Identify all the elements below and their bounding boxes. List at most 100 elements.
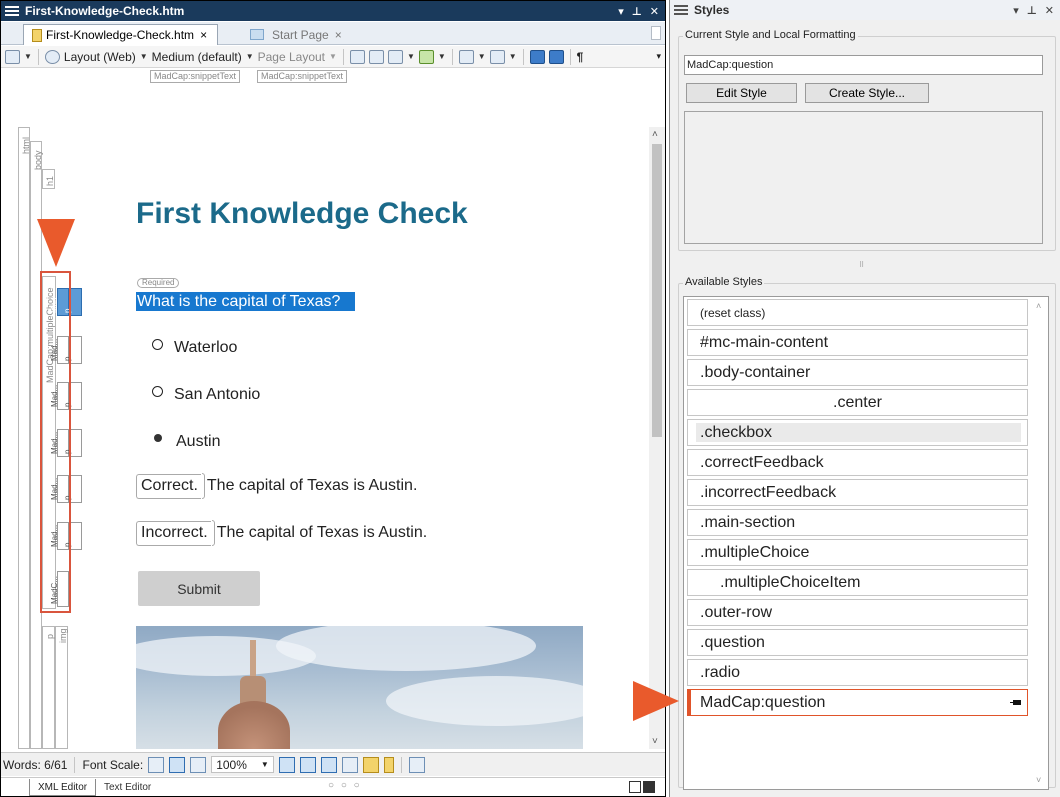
structure-box-p[interactable]: p bbox=[63, 336, 82, 364]
correct-feedback[interactable]: Correct. The capital of Texas is Austin. bbox=[136, 473, 417, 499]
dropdown-arrow-icon[interactable]: ▾ bbox=[1013, 4, 1019, 17]
structure-bar-p[interactable]: p bbox=[42, 626, 55, 749]
pilcrow-icon[interactable]: ¶ bbox=[577, 50, 584, 64]
pin-icon[interactable] bbox=[1010, 700, 1021, 705]
question-text[interactable]: What is the capital of Texas? bbox=[136, 292, 355, 311]
page-layout-select[interactable]: Page Layout bbox=[258, 50, 325, 64]
toolbar-overflow-icon[interactable]: ▾ bbox=[656, 51, 661, 62]
style-item[interactable]: .multipleChoice bbox=[687, 539, 1028, 566]
chevron-down-icon[interactable]: ▼ bbox=[509, 52, 517, 61]
choice-item[interactable]: Austin bbox=[152, 433, 220, 451]
chevron-down-icon[interactable]: ▼ bbox=[246, 52, 254, 61]
tab-start-page[interactable]: Start Page × bbox=[246, 24, 352, 45]
incorrect-feedback[interactable]: Incorrect. The capital of Texas is Austi… bbox=[136, 520, 427, 546]
tab-xml-editor[interactable]: XML Editor bbox=[29, 779, 97, 796]
ruler-icon[interactable] bbox=[362, 756, 379, 773]
pin-icon[interactable]: ⊥ bbox=[632, 5, 642, 18]
medium-select[interactable]: Medium (default) bbox=[152, 50, 242, 64]
structure-bar-html[interactable]: html bbox=[18, 127, 31, 749]
structure-box-p[interactable]: p bbox=[63, 429, 82, 457]
editor-scrollbar[interactable]: ˄ ˅ bbox=[649, 127, 665, 749]
chevron-down-icon[interactable]: ▼ bbox=[329, 52, 337, 61]
chevron-down-icon[interactable]: ▼ bbox=[140, 52, 148, 61]
style-item[interactable]: .question bbox=[687, 629, 1028, 656]
structure-bars-icon[interactable] bbox=[299, 756, 316, 773]
block-bars-icon[interactable] bbox=[320, 756, 337, 773]
close-icon[interactable]: ✕ bbox=[1045, 4, 1054, 17]
panel-splitter[interactable]: ⠿ bbox=[859, 261, 865, 269]
vertical-ruler-icon[interactable] bbox=[383, 756, 394, 773]
style-item-selected[interactable]: MadCap:question bbox=[687, 689, 1028, 716]
structure-box-p[interactable]: p bbox=[63, 382, 82, 410]
choice-item[interactable]: Waterloo bbox=[152, 338, 237, 357]
choice-item[interactable]: San Antonio bbox=[152, 385, 260, 404]
scroll-up-icon[interactable]: ˄ bbox=[1036, 301, 1041, 311]
layout-icon[interactable] bbox=[44, 49, 60, 64]
info-icon[interactable] bbox=[529, 49, 545, 64]
edit-style-button[interactable]: Edit Style bbox=[686, 83, 797, 103]
style-item[interactable]: .radio bbox=[687, 659, 1028, 686]
tab-close-icon[interactable]: × bbox=[200, 28, 207, 42]
show-tags-icon[interactable] bbox=[349, 49, 365, 64]
text-icon[interactable] bbox=[489, 49, 505, 64]
submit-button[interactable]: Submit bbox=[138, 571, 260, 606]
styles-list-scrollbar[interactable]: ˄ ˅ bbox=[1032, 297, 1048, 789]
pin-icon[interactable]: ⊥ bbox=[1027, 4, 1037, 17]
current-style-field[interactable]: MadCap:question bbox=[684, 55, 1043, 75]
style-item[interactable]: .incorrectFeedback bbox=[687, 479, 1028, 506]
chevron-down-icon[interactable]: ▼ bbox=[438, 52, 446, 61]
split-view-icon[interactable] bbox=[629, 781, 641, 793]
pane-menu-icon[interactable] bbox=[674, 5, 688, 15]
scroll-down-icon[interactable]: ˅ bbox=[1036, 775, 1041, 785]
structure-bar-h1[interactable]: h1 bbox=[42, 169, 55, 189]
tab-close-icon[interactable]: × bbox=[335, 28, 342, 42]
tab-text-editor[interactable]: Text Editor bbox=[96, 779, 159, 796]
tab-scroll-icon[interactable] bbox=[651, 26, 661, 40]
style-item[interactable]: .body-container bbox=[687, 359, 1028, 386]
zoom-in-icon[interactable] bbox=[190, 756, 207, 773]
style-item[interactable]: .outer-row bbox=[687, 599, 1028, 626]
layout-select[interactable]: Layout (Web) bbox=[64, 50, 136, 64]
capitol-image[interactable] bbox=[136, 626, 583, 749]
style-item[interactable]: .center bbox=[687, 389, 1028, 416]
structure-box-p[interactable]: p bbox=[63, 475, 82, 503]
conditions-icon[interactable] bbox=[418, 49, 434, 64]
styles-list[interactable]: (reset class) #mc-main-content .body-con… bbox=[683, 296, 1049, 790]
zoom-icon[interactable] bbox=[5, 49, 20, 64]
chevron-down-icon[interactable]: ▼ bbox=[407, 52, 415, 61]
collapse-icon[interactable] bbox=[643, 781, 655, 793]
structure-box-p[interactable]: p bbox=[63, 522, 82, 550]
chevron-down-icon[interactable]: ▼ bbox=[24, 52, 32, 61]
show-blocks-icon[interactable] bbox=[368, 49, 384, 64]
layout-view-icon[interactable] bbox=[278, 756, 295, 773]
scrollbar-thumb[interactable] bbox=[652, 144, 662, 437]
structure-bar-img[interactable]: img bbox=[55, 626, 68, 749]
fit-width-icon[interactable] bbox=[408, 756, 425, 773]
structure-box-p[interactable]: p bbox=[63, 288, 82, 316]
radio-selected-icon[interactable] bbox=[154, 434, 162, 442]
radio-icon[interactable] bbox=[152, 338, 163, 350]
scroll-down-icon[interactable]: ˅ bbox=[652, 736, 658, 747]
radio-icon[interactable] bbox=[152, 385, 163, 397]
style-item[interactable]: .main-section bbox=[687, 509, 1028, 536]
ci-icon[interactable] bbox=[548, 49, 564, 64]
style-item[interactable]: .checkbox bbox=[687, 419, 1028, 446]
view-icon[interactable] bbox=[387, 49, 403, 64]
style-item[interactable]: .multipleChoiceItem bbox=[687, 569, 1028, 596]
dropdown-arrow-icon[interactable]: ▾ bbox=[618, 5, 624, 18]
reset-zoom-icon[interactable] bbox=[169, 756, 186, 773]
style-item[interactable]: (reset class) bbox=[687, 299, 1028, 326]
chevron-down-icon[interactable]: ▼ bbox=[478, 52, 486, 61]
create-style-button[interactable]: Create Style... bbox=[805, 83, 929, 103]
scroll-up-icon[interactable]: ˄ bbox=[652, 129, 658, 140]
page-heading[interactable]: First Knowledge Check bbox=[136, 197, 468, 231]
track-changes-icon[interactable] bbox=[341, 756, 358, 773]
zoom-out-icon[interactable] bbox=[148, 756, 165, 773]
close-icon[interactable]: ✕ bbox=[650, 5, 659, 18]
style-item[interactable]: .correctFeedback bbox=[687, 449, 1028, 476]
zoom-select[interactable]: 100% ▼ bbox=[211, 756, 274, 773]
pane-menu-icon[interactable] bbox=[5, 6, 19, 16]
tab-first-knowledge-check[interactable]: First-Knowledge-Check.htm × bbox=[23, 24, 219, 45]
splitter-dots[interactable]: ○ ○ ○ bbox=[328, 780, 362, 791]
variable-icon[interactable] bbox=[458, 49, 474, 64]
